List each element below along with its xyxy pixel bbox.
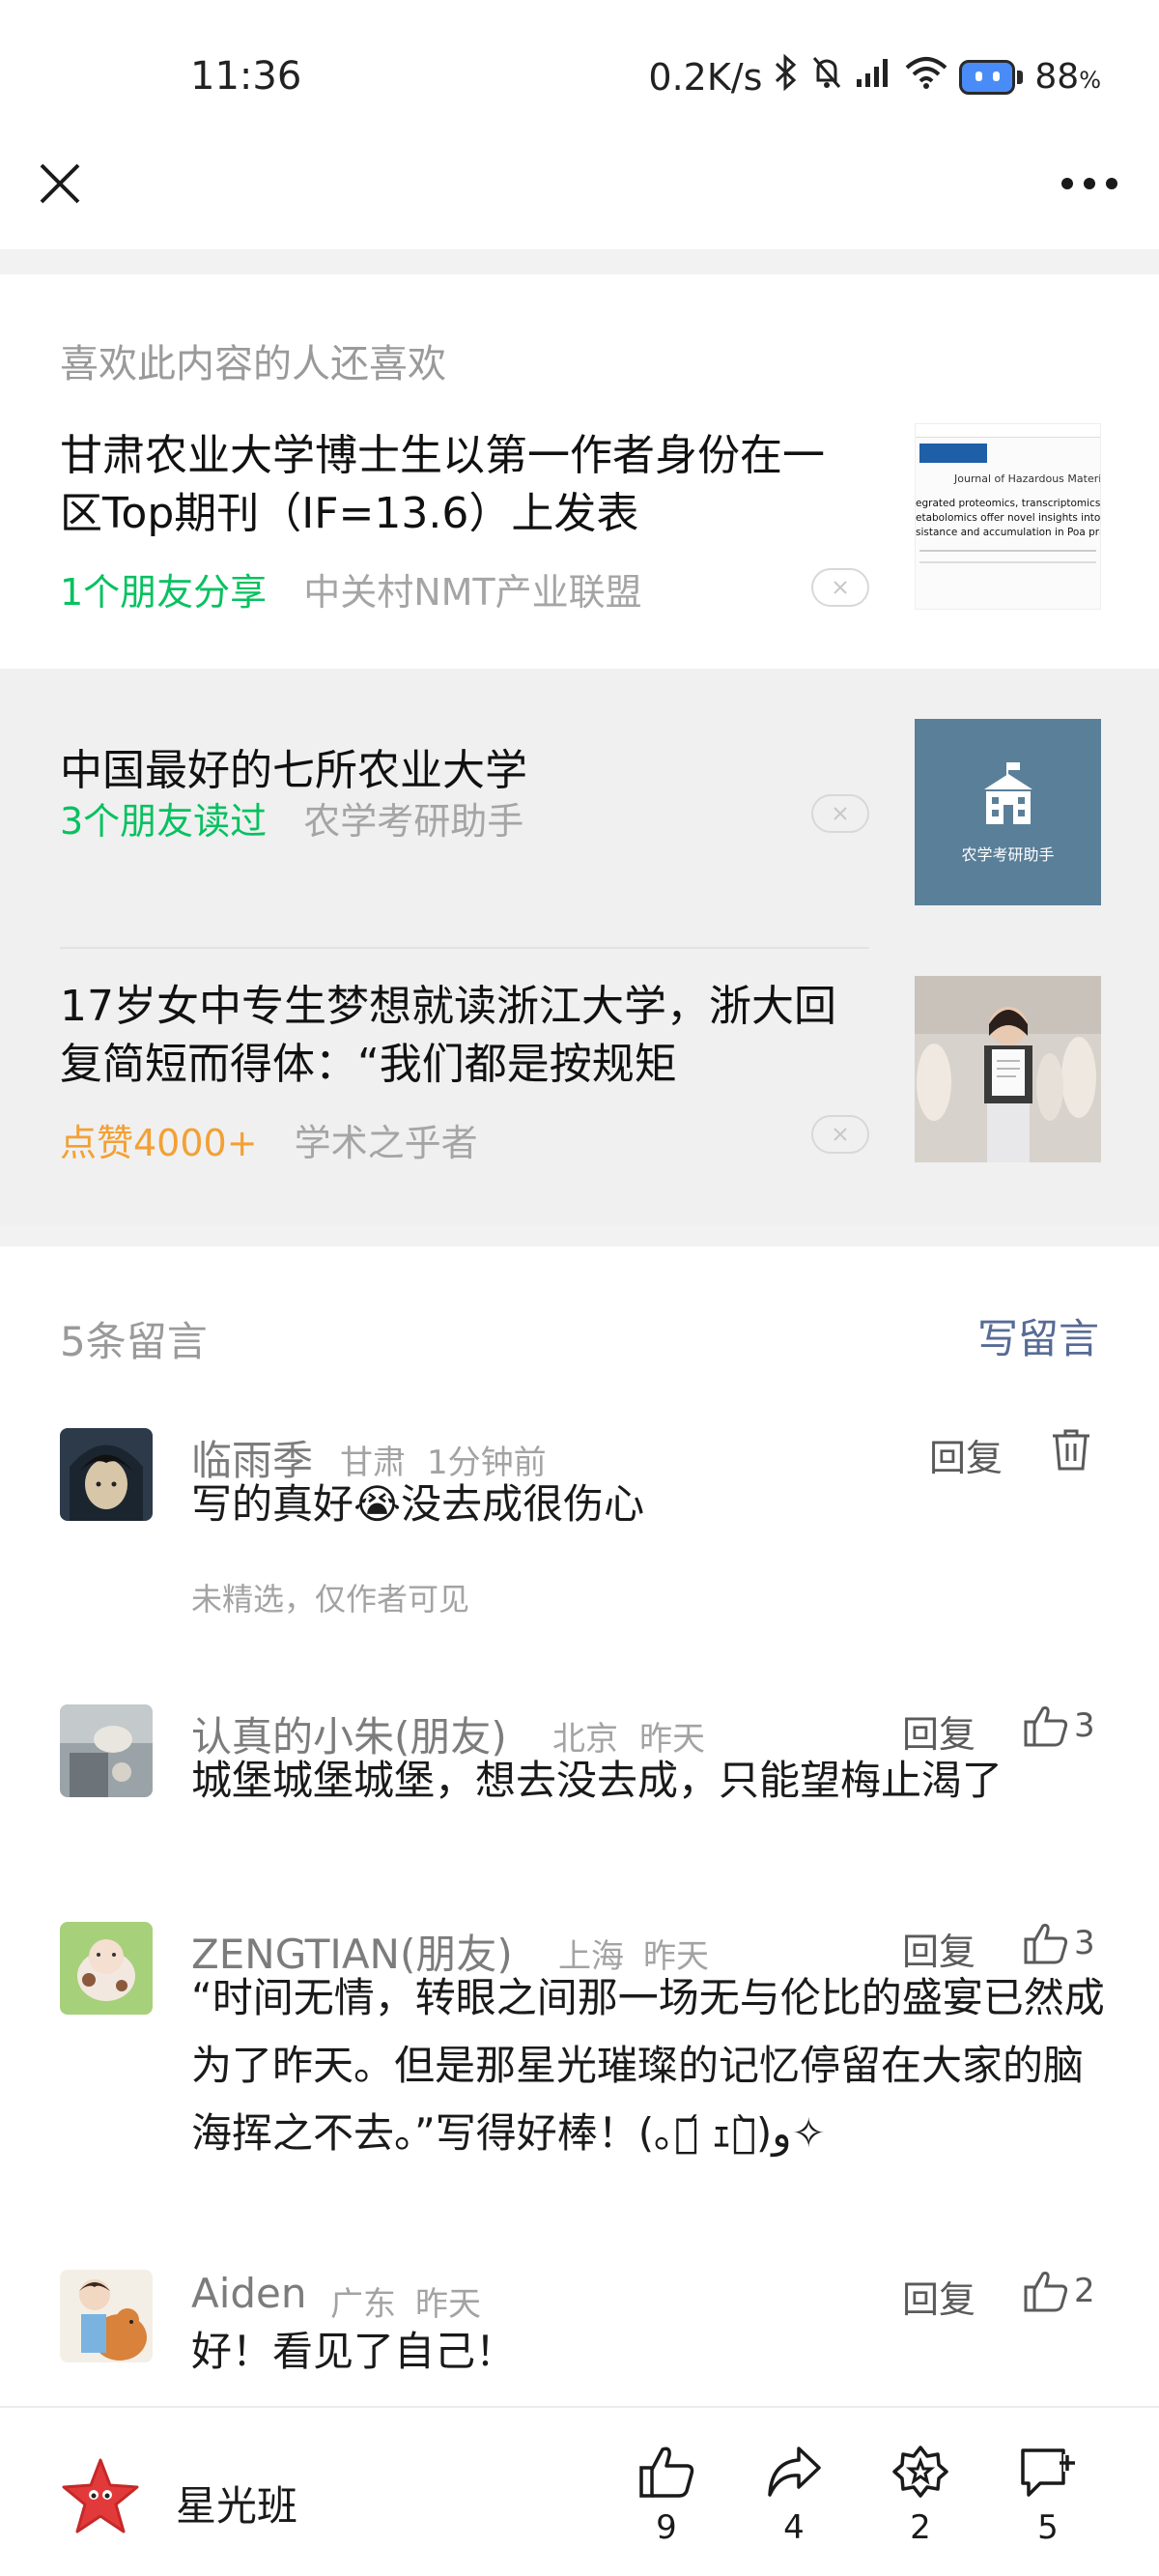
- comment-text: 城堡城堡城堡，想去没去成，只能望梅止渴了: [191, 1757, 1004, 1804]
- comment-item: 临雨季 甘肃 1分钟前 回复 写的真好😭没去成很伤心 未精选，仅作者可见: [0, 1424, 1159, 1617]
- source-name: 农学考研助手: [303, 800, 524, 843]
- thumb-line: sistance and accumulation in Poa pratens…: [916, 527, 1100, 538]
- dismiss-button[interactable]: [811, 1115, 869, 1154]
- comment-like-count: 2: [1074, 2272, 1095, 2310]
- like-count: 9: [656, 2508, 677, 2547]
- status-bar: 11:36 0.2K/s 88%: [0, 0, 1159, 145]
- share-button[interactable]: 4: [755, 2445, 833, 2547]
- wifi-icon: [905, 56, 947, 98]
- reply-button[interactable]: 回复: [902, 2270, 975, 2323]
- avatar[interactable]: [60, 1922, 153, 2015]
- battery-icon: [959, 59, 1024, 95]
- close-icon: [834, 581, 847, 594]
- article-thumbnail: [915, 976, 1101, 1162]
- net-speed: 0.2K/s: [648, 55, 763, 99]
- comment-like-button[interactable]: 3: [1024, 1704, 1095, 1747]
- comment-like-count: 3: [1074, 1924, 1095, 1962]
- thumbs-up-icon: [1024, 1706, 1068, 1747]
- comment-item: ZENGTIAN(朋友) 上海 昨天 回复 3 “时间无情，转眼之间那一场无与伦…: [0, 1918, 1159, 2208]
- close-icon: [40, 163, 80, 204]
- photo-image: [915, 976, 1101, 1162]
- wow-count: 2: [910, 2508, 931, 2547]
- friend-share-label: 1个朋友分享: [60, 571, 268, 614]
- thumb-journal-title: Journal of Hazardous Materials: [954, 472, 1101, 485]
- account-avatar[interactable]: [60, 2456, 141, 2537]
- friend-read-label: 3个朋友读过: [60, 800, 268, 843]
- avatar[interactable]: [60, 1704, 153, 1797]
- write-comment-button[interactable]: 写留言: [977, 1306, 1099, 1365]
- recommend-item[interactable]: 17岁女中专生梦想就读浙江大学，浙大回复简短而得体：“我们都是按规矩 点赞400…: [0, 949, 1159, 1229]
- dismiss-button[interactable]: [811, 568, 869, 607]
- recommend-meta: 1个朋友分享 中关村NMT产业联盟: [60, 562, 642, 615]
- comment-like-button[interactable]: 2: [1024, 2270, 1095, 2312]
- section-gap: [0, 249, 1159, 274]
- thumbs-up-icon: [1024, 2272, 1068, 2312]
- comment-note: 未精选，仅作者可见: [191, 1581, 470, 1617]
- recommend-item[interactable]: 中国最好的七所农业大学 3个朋友读过 农学考研助手 农学考研助手: [0, 669, 1159, 949]
- battery-level: 88%: [1034, 57, 1101, 97]
- source-name: 学术之乎者: [294, 1122, 478, 1164]
- comment-text: 写的真好😭没去成很伤心: [191, 1480, 645, 1528]
- status-time: 11:36: [190, 54, 302, 99]
- commenter-name[interactable]: Aiden: [191, 2270, 307, 2317]
- thumbs-up-icon: [639, 2447, 694, 2498]
- star-badge-icon: [892, 2446, 948, 2498]
- thumb-caption: 农学考研助手: [961, 844, 1055, 864]
- recommend-section: 喜欢此内容的人还喜欢 甘肃农业大学博士生以第一作者身份在一区Top期刊（IF=1…: [0, 274, 1159, 1246]
- comments-count: 5条留言: [60, 1318, 208, 1365]
- comment-count: 5: [1037, 2508, 1059, 2547]
- top-nav: [0, 145, 1159, 251]
- share-icon: [768, 2447, 821, 2497]
- comment-item: Aiden 广东 昨天 回复 2 好！看见了自己！: [0, 2266, 1159, 2401]
- comment-text: “时间无情，转眼之间那一场无与伦比的盛宴已然成为了昨天。但是那星光璀璨的记忆停留…: [191, 1974, 1105, 2157]
- add-comment-icon: [1021, 2448, 1075, 2497]
- comment-like-count: 3: [1074, 1706, 1095, 1745]
- more-icon: [1061, 178, 1117, 189]
- article-thumbnail: Journal of Hazardous Materials egrated p…: [915, 423, 1101, 610]
- bottom-action-bar: 星光班 9 4 2 5: [0, 2406, 1159, 2576]
- delete-button[interactable]: [1051, 1428, 1091, 1471]
- article-thumbnail: 农学考研助手: [915, 719, 1101, 905]
- recommend-heading: 喜欢此内容的人还喜欢: [60, 342, 446, 386]
- source-name: 中关村NMT产业联盟: [303, 571, 642, 614]
- signal-icon: [855, 56, 893, 98]
- share-count: 4: [783, 2508, 805, 2547]
- star-logo-icon: [62, 2458, 139, 2533]
- likes-label: 点赞4000+: [60, 1122, 258, 1164]
- avatar[interactable]: [60, 2270, 153, 2362]
- recommend-item[interactable]: 甘肃农业大学博士生以第一作者身份在一区Top期刊（IF=13.6）上发表 1个朋…: [0, 423, 1159, 667]
- section-gap: [0, 1225, 1159, 1246]
- comment-item: 认真的小朱(朋友) 北京 昨天 回复 3 城堡城堡城堡，想去没去成，只能望梅止渴…: [0, 1701, 1159, 1826]
- recommend-title: 甘肃农业大学博士生以第一作者身份在一区Top期刊（IF=13.6）上发表: [60, 431, 825, 538]
- trash-icon: [1053, 1429, 1089, 1471]
- like-button[interactable]: 9: [628, 2445, 705, 2547]
- close-icon: [834, 807, 847, 820]
- avatar[interactable]: [60, 1428, 153, 1521]
- wow-button[interactable]: 2: [882, 2445, 959, 2547]
- account-name[interactable]: 星光班: [176, 2474, 297, 2533]
- recommend-meta: 点赞4000+ 学术之乎者: [60, 1113, 478, 1166]
- comment-button[interactable]: 5: [1009, 2445, 1087, 2547]
- mute-icon: [810, 55, 843, 99]
- dismiss-button[interactable]: [811, 794, 869, 833]
- status-right: 0.2K/s 88%: [648, 53, 1101, 100]
- thumb-line: egrated proteomics, transcriptomics, and: [916, 498, 1101, 509]
- close-icon: [834, 1128, 847, 1141]
- more-button[interactable]: [1053, 157, 1126, 211]
- comment-text: 好！看见了自己！: [191, 2328, 517, 2375]
- school-icon: [983, 761, 1032, 824]
- comment-like-button[interactable]: 3: [1024, 1922, 1095, 1964]
- close-button[interactable]: [33, 157, 87, 211]
- bluetooth-icon: [774, 53, 799, 100]
- thumb-line: etabolomics offer novel insights into Cd: [916, 512, 1101, 524]
- recommend-meta: 3个朋友读过 农学考研助手: [60, 791, 523, 844]
- recommend-title: 17岁女中专生梦想就读浙江大学，浙大回复简短而得体：“我们都是按规矩: [60, 982, 836, 1089]
- thumbs-up-icon: [1024, 1924, 1068, 1964]
